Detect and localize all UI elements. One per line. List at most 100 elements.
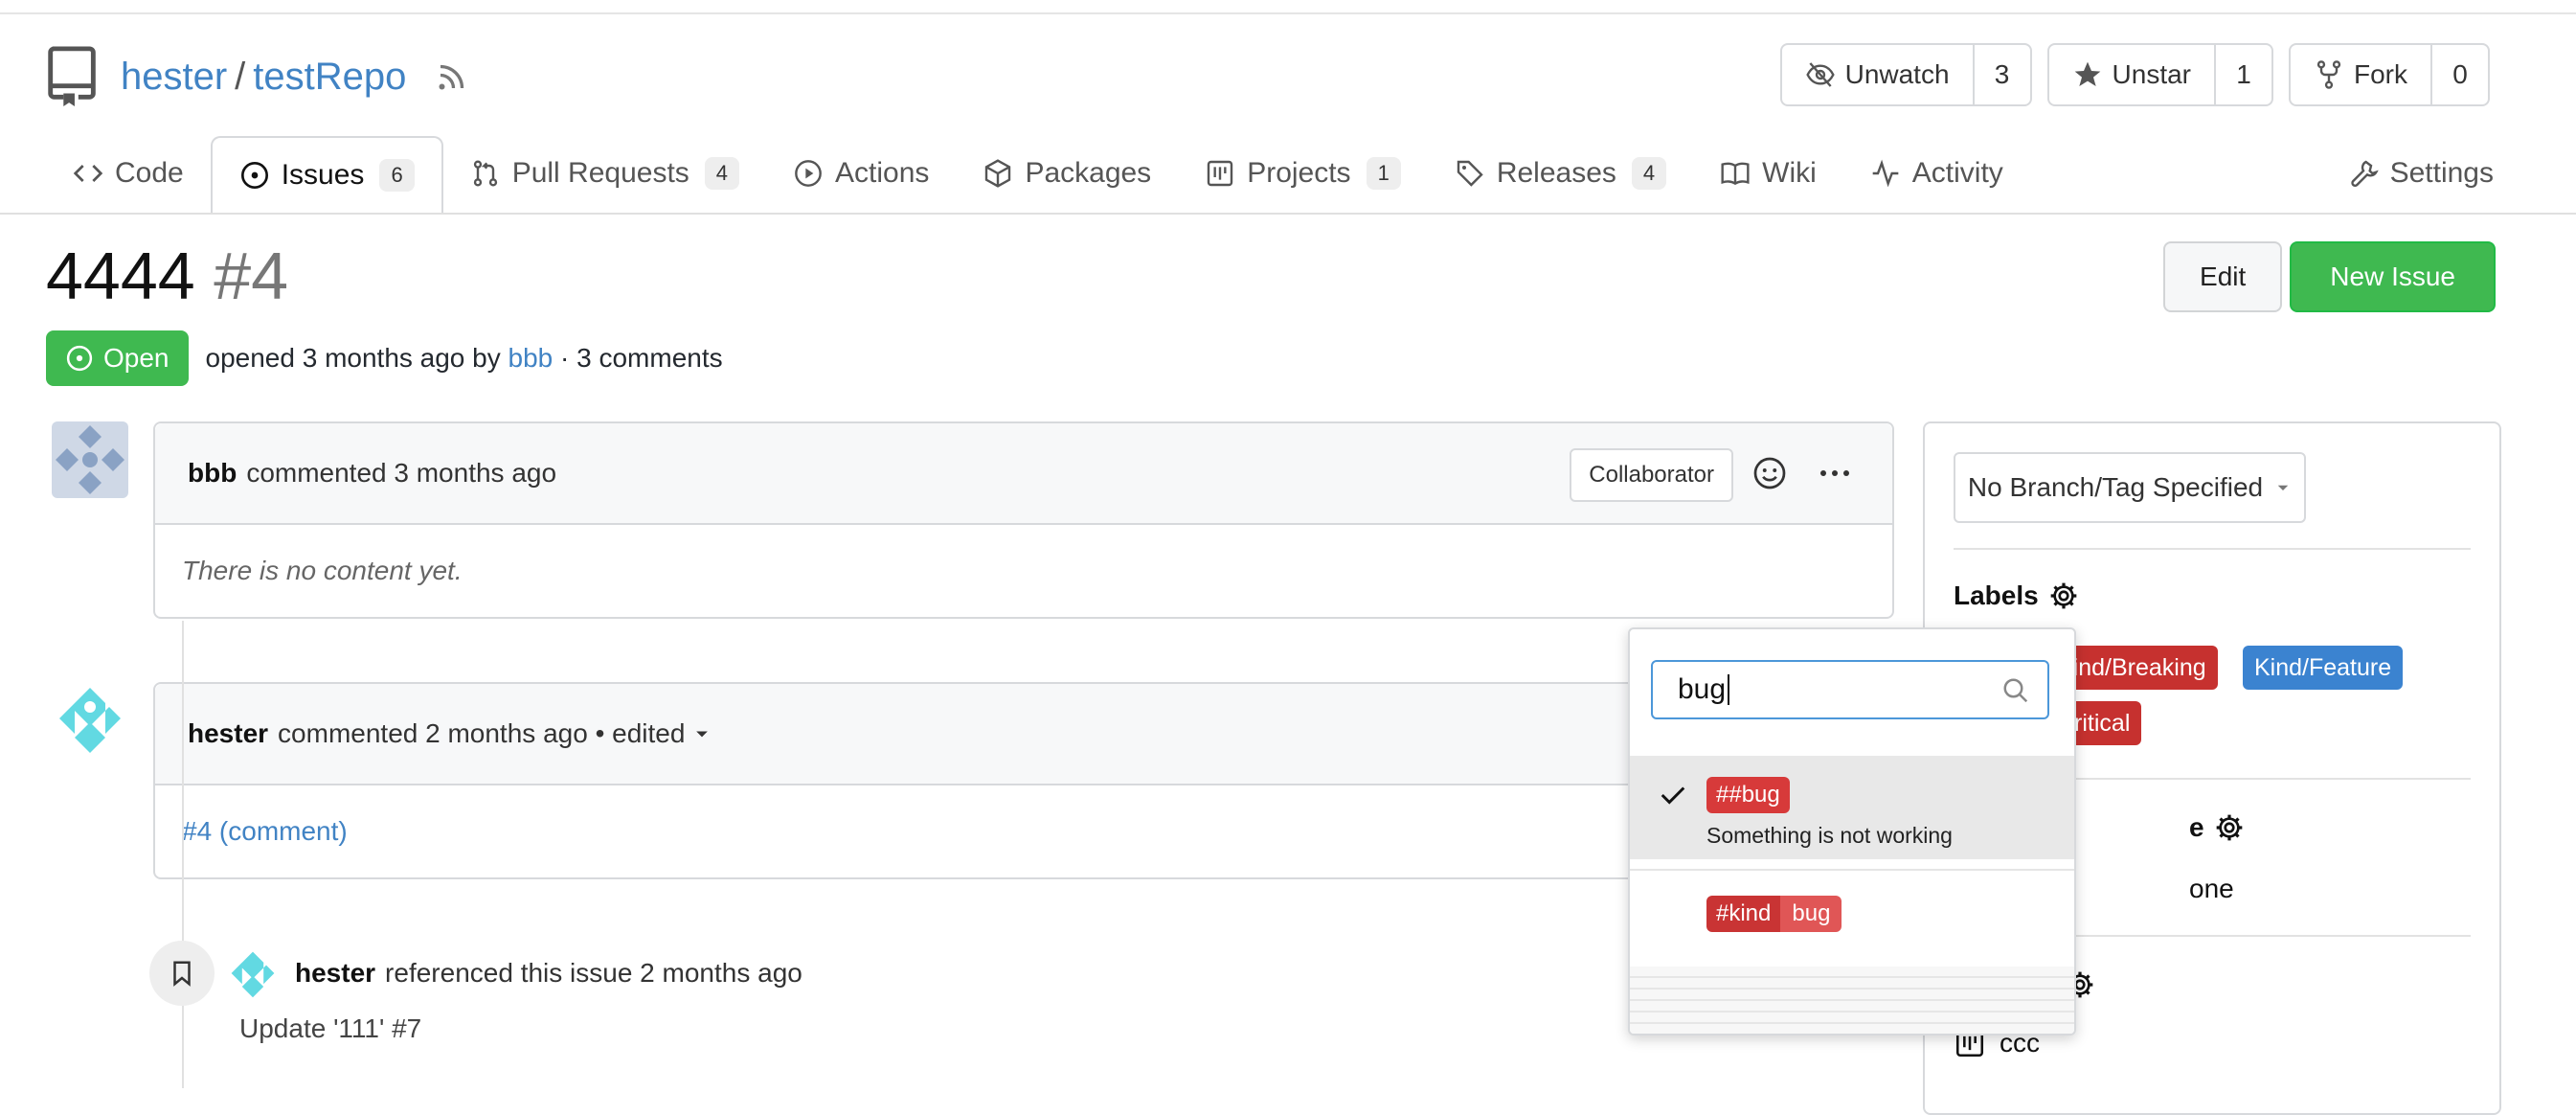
issue-author-link[interactable]: bbb [508,343,554,374]
tab-projects[interactable]: Projects 1 [1178,134,1428,213]
tab-issues-count: 6 [379,159,415,192]
caret-down-icon[interactable] [692,724,712,743]
bookmark-badge [149,941,215,1006]
fork-count[interactable]: 0 [2432,45,2488,104]
fork-icon [2316,60,2341,89]
label-option-kind-bug[interactable]: #kind bug [1630,869,2074,967]
tab-packages[interactable]: Packages [956,134,1178,213]
tab-pull-requests[interactable]: Pull Requests 4 [443,134,766,213]
tab-wiki-label: Wiki [1762,157,1817,189]
unwatch-label: Unwatch [1844,59,1950,89]
avatar[interactable] [226,946,280,1000]
unwatch-button[interactable]: Unwatch [1782,45,1975,104]
comment-link[interactable]: #4 (comment) [182,816,348,847]
pulse-icon [1872,159,1899,188]
reference-commit-title[interactable]: Update '111' #7 [239,1013,421,1044]
tab-actions-label: Actions [835,157,930,189]
rss-icon[interactable] [435,59,469,94]
gear-icon[interactable] [2214,812,2245,843]
pull-request-icon [473,160,497,187]
milestone-section-title: e [2189,812,2245,843]
top-border [0,0,2576,14]
issue-title: 4444 #4 [46,238,288,314]
branch-select-button[interactable]: No Branch/Tag Specified [1954,452,2306,523]
wrench-icon [2350,160,2379,188]
new-issue-button[interactable]: New Issue [2290,241,2496,312]
tab-projects-count: 1 [1366,157,1401,190]
label-search-input[interactable]: bug [1651,660,2049,719]
watch-count[interactable]: 3 [1975,45,2030,104]
check-icon [1661,786,1685,805]
milestone-title-text: e [2189,812,2204,842]
comment-time: commented 2 months ago [278,718,588,748]
issue-open-icon [66,345,93,372]
repo-action-buttons: Unwatch 3 Unstar 1 Fork 0 [1779,43,2490,106]
label-scope: #kind [1706,896,1781,932]
repo-owner-link[interactable]: hester [121,56,227,99]
watch-button-group: Unwatch 3 [1779,43,2032,106]
star-icon [2074,61,2100,86]
label-chip: Kind/Feature [2243,646,2404,690]
labels-section-title: Labels [1954,580,2079,611]
comment-author[interactable]: hester [188,718,268,749]
tabs-divider [0,213,2576,215]
dropdown-overflow-fade [1630,967,2074,1034]
avatar[interactable] [52,421,128,498]
labels-title-text: Labels [1954,580,2039,610]
status-label: Open [103,343,169,373]
tab-issues-label: Issues [281,159,365,191]
tab-settings-label: Settings [2389,157,2494,189]
tab-wiki[interactable]: Wiki [1693,134,1843,213]
tab-releases[interactable]: Releases 4 [1428,134,1693,213]
reference-text: referenced this issue 2 months ago [385,958,802,988]
star-count[interactable]: 1 [2216,45,2271,104]
fork-button-group: Fork 0 [2289,43,2490,106]
issue-title-text: 4444 [46,239,195,313]
fork-button[interactable]: Fork [2291,45,2432,104]
tab-pull-requests-label: Pull Requests [511,157,689,189]
unstar-button[interactable]: Unstar [2049,45,2216,104]
label-option-chip: ##bug [1706,777,1790,813]
tab-settings[interactable]: Settings [2348,134,2494,213]
tag-icon [1457,160,1483,187]
tab-releases-label: Releases [1496,157,1616,189]
star-button-group: Unstar 1 [2046,43,2273,106]
more-options-icon[interactable] [1816,456,1854,490]
branch-select-label: No Branch/Tag Specified [1967,472,2264,502]
issue-status-line: Open opened 3 months ago by bbb · 3 comm… [46,330,723,386]
gear-icon[interactable] [2048,580,2079,611]
repo-name-link[interactable]: testRepo [253,56,406,99]
tab-packages-label: Packages [1025,157,1152,189]
reference-author[interactable]: hester [295,958,375,989]
reaction-icon[interactable] [1752,456,1787,490]
repo-icon [48,46,96,107]
label-option-bug[interactable]: ##bug Something is not working [1630,756,2074,859]
status-badge: Open [46,330,189,386]
comment-time: commented 3 months ago [246,458,557,488]
repo-header: hester / testRepo [46,38,469,115]
tab-activity-label: Activity [1911,157,2003,189]
scoped-label-chip: #kind bug [1706,896,1842,932]
package-icon [985,159,1011,188]
tab-pull-requests-count: 4 [704,157,740,190]
bookmark-icon [173,961,191,987]
avatar[interactable] [52,680,128,757]
timeline-line [182,621,184,1088]
comment-author[interactable]: bbb [188,458,237,489]
tab-issues[interactable]: Issues 6 [210,136,443,215]
project-board-icon [1207,160,1233,187]
tab-activity[interactable]: Activity [1843,134,2030,213]
tab-releases-count: 4 [1631,157,1667,190]
comment-body: There is no content yet. [182,556,463,585]
issue-number: #4 [214,239,289,313]
label-scope-value: bug [1780,896,1842,932]
opened-meta: opened 3 months ago by [205,343,501,373]
tab-code[interactable]: Code [46,134,211,213]
issue-open-icon [240,162,268,189]
edit-button[interactable]: Edit [2163,241,2283,312]
book-icon [1721,162,1750,186]
tab-code-label: Code [115,157,184,189]
repo-separator: / [235,55,246,98]
edited-indicator[interactable]: • edited [596,718,686,749]
tab-actions[interactable]: Actions [766,134,956,213]
